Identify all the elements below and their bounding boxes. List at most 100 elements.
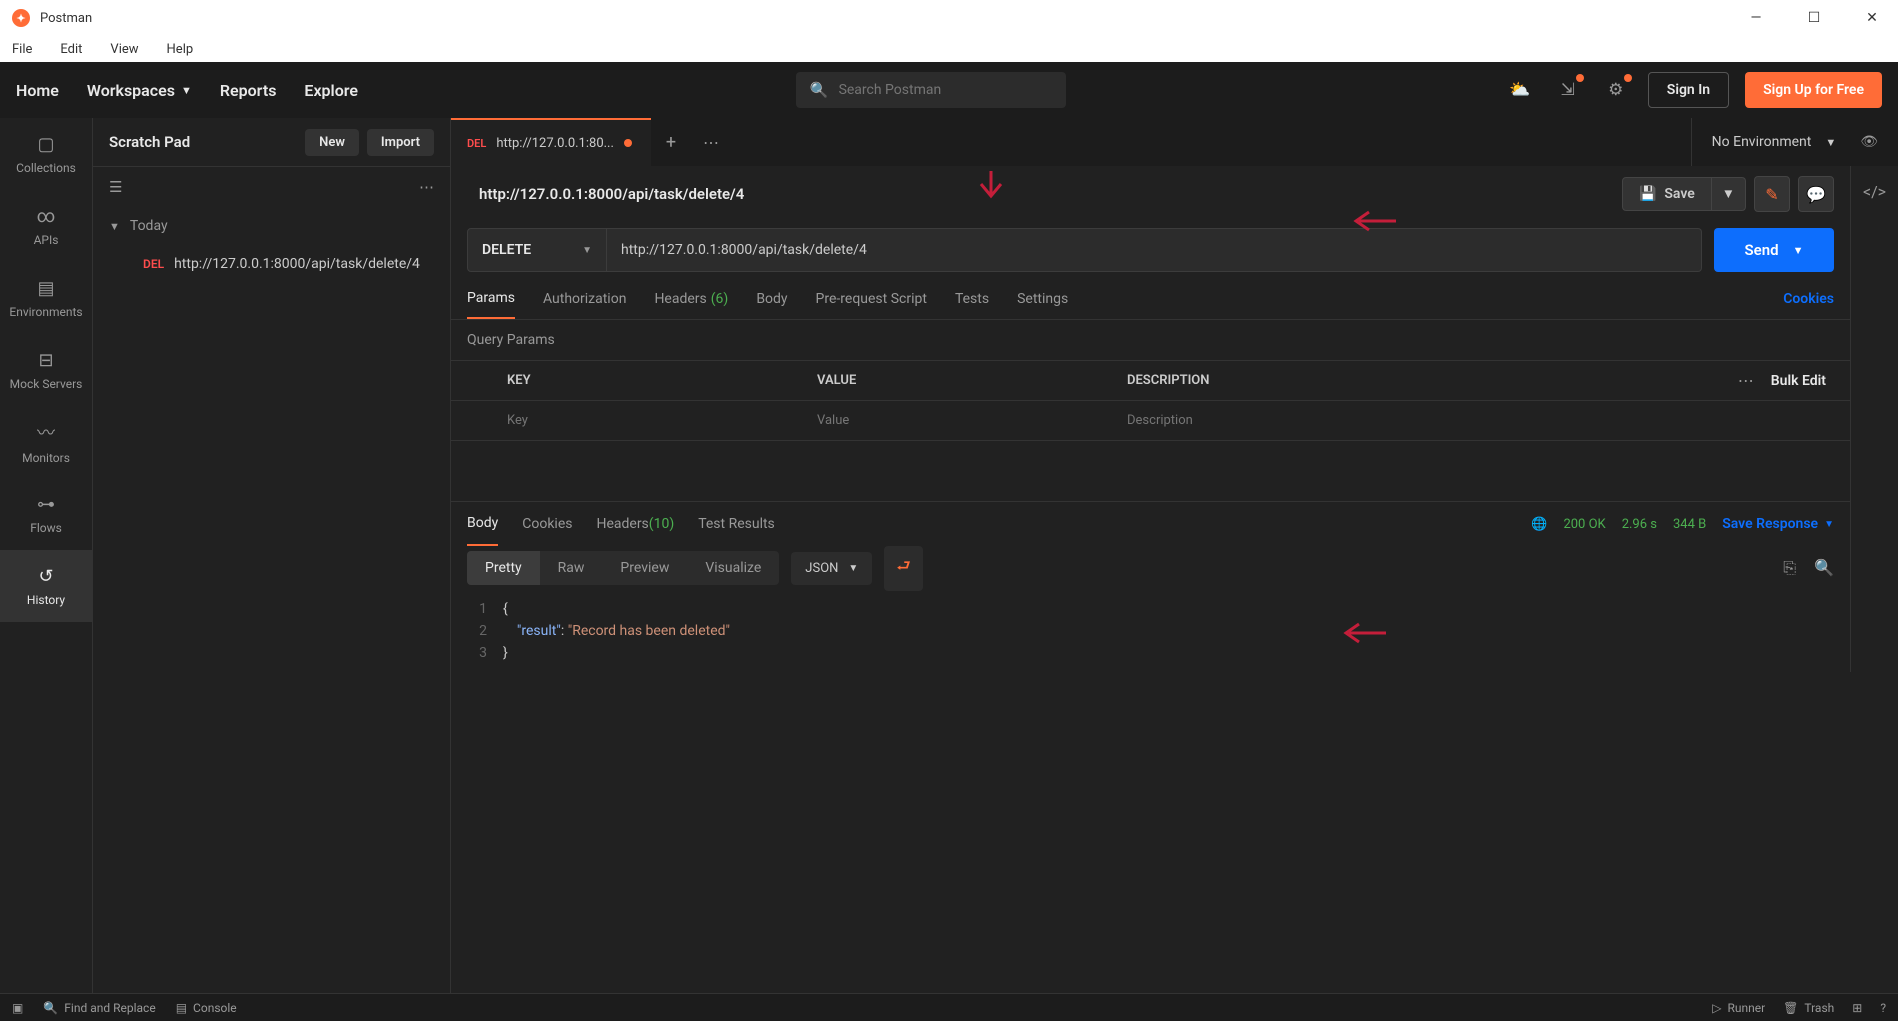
menu-edit[interactable]: Edit	[56, 40, 86, 59]
send-button[interactable]: Send ▼	[1714, 228, 1834, 272]
response-size: 344 B	[1673, 517, 1706, 532]
globe-icon[interactable]: 🌐	[1531, 517, 1547, 532]
topbar: Home Workspaces ▼ Reports Explore 🔍 ⛅ ⇲ …	[0, 62, 1898, 118]
method-selector[interactable]: DELETE ▼	[467, 228, 607, 272]
console-button[interactable]: ▤ Console	[176, 1001, 237, 1015]
param-key-input[interactable]	[507, 413, 817, 428]
menu-file[interactable]: File	[8, 40, 36, 59]
col-key: KEY	[507, 373, 817, 388]
tab-authorization[interactable]: Authorization	[543, 278, 626, 319]
history-item[interactable]: DEL http://127.0.0.1:8000/api/task/delet…	[93, 246, 450, 282]
save-dropdown[interactable]: ▼	[1712, 177, 1746, 211]
comment-icon[interactable]: 💬	[1798, 176, 1834, 212]
code-icon[interactable]: </>	[1863, 182, 1886, 201]
sidebar-item-history[interactable]: ↺History	[0, 550, 92, 622]
response-tab-body[interactable]: Body	[467, 502, 498, 546]
import-button[interactable]: Import	[367, 129, 434, 156]
url-input[interactable]	[607, 228, 1702, 272]
find-replace-button[interactable]: 🔍 Find and Replace	[43, 1001, 155, 1015]
app-icon: ✦	[12, 9, 30, 27]
response-time: 2.96 s	[1622, 517, 1657, 532]
eye-icon[interactable]: 👁	[1860, 134, 1878, 150]
response-view-tabs: Pretty Raw Preview Visualize	[467, 551, 779, 585]
new-tab-button[interactable]: +	[651, 118, 691, 166]
nav-home[interactable]: Home	[16, 81, 59, 100]
search-response-icon[interactable]: 🔍	[1814, 558, 1834, 578]
wrap-icon[interactable]: ⮐	[884, 546, 922, 591]
params-header-row: KEY VALUE DESCRIPTION ⋯ Bulk Edit	[451, 361, 1850, 401]
edit-icon[interactable]: ✎	[1754, 176, 1790, 212]
close-button[interactable]: ✕	[1858, 4, 1886, 32]
view-raw[interactable]: Raw	[540, 551, 603, 585]
runner-button[interactable]: ▷ Runner	[1712, 1001, 1765, 1015]
sidebar-item-environments[interactable]: ▤Environments	[0, 262, 92, 334]
signin-button[interactable]: Sign In	[1648, 72, 1729, 108]
response-tab-test-results[interactable]: Test Results	[698, 502, 775, 546]
chevron-down-icon: ▼	[109, 220, 120, 233]
history-group-today[interactable]: ▼ Today	[93, 206, 450, 246]
more-icon[interactable]: ⋯	[419, 178, 434, 196]
tab-params[interactable]: Params	[467, 278, 515, 319]
filter-icon[interactable]: ☰	[109, 178, 122, 196]
panes-icon[interactable]: ⊞	[1852, 1001, 1862, 1015]
menu-help[interactable]: Help	[163, 40, 198, 59]
save-icon: 💾	[1639, 186, 1656, 202]
sidebar-toggle-icon[interactable]: ▣	[12, 1001, 23, 1015]
help-icon[interactable]: ?	[1880, 1001, 1886, 1015]
sidebar-item-collections[interactable]: ▢Collections	[0, 118, 92, 190]
notification-dot	[1624, 74, 1632, 82]
response-section: Body Cookies Headers (10) Test Results 🌐…	[451, 501, 1850, 672]
folder-icon: ▢	[37, 134, 54, 155]
sidebar-item-monitors[interactable]: 〰Monitors	[0, 406, 92, 478]
format-selector[interactable]: JSON ▼	[791, 552, 872, 585]
tab-prerequest[interactable]: Pre-request Script	[816, 278, 927, 319]
nav-workspaces[interactable]: Workspaces ▼	[87, 81, 192, 100]
nav-reports[interactable]: Reports	[220, 81, 277, 100]
history-icon: ↺	[38, 566, 53, 587]
more-icon[interactable]: ⋯	[1721, 371, 1771, 390]
panel-title: Scratch Pad	[109, 133, 190, 151]
menu-view[interactable]: View	[106, 40, 142, 59]
app-title: Postman	[40, 11, 92, 26]
response-tab-cookies[interactable]: Cookies	[522, 502, 572, 546]
chevron-down-icon: ▼	[582, 245, 592, 256]
param-desc-input[interactable]	[1127, 413, 1834, 428]
request-tab[interactable]: DEL http://127.0.0.1:80...	[451, 118, 651, 166]
history-item-url: http://127.0.0.1:8000/api/task/delete/4	[174, 256, 420, 272]
tab-body[interactable]: Body	[756, 278, 787, 319]
maximize-button[interactable]: ☐	[1800, 4, 1828, 32]
sidebar-item-mock-servers[interactable]: ⊟Mock Servers	[0, 334, 92, 406]
view-pretty[interactable]: Pretty	[467, 551, 540, 585]
new-button[interactable]: New	[305, 129, 359, 156]
minimize-button[interactable]: —	[1742, 4, 1770, 32]
nav-explore[interactable]: Explore	[304, 81, 358, 100]
view-visualize[interactable]: Visualize	[687, 551, 779, 585]
trash-button[interactable]: 🗑 Trash	[1783, 1001, 1834, 1015]
search-input[interactable]	[839, 82, 1052, 98]
tab-tests[interactable]: Tests	[955, 278, 989, 319]
request-title: http://127.0.0.1:8000/api/task/delete/4	[479, 185, 744, 203]
cookies-link[interactable]: Cookies	[1783, 291, 1834, 307]
sidebar-item-apis[interactable]: ∞APIs	[0, 190, 92, 262]
save-button[interactable]: 💾Save	[1622, 177, 1712, 211]
col-description: DESCRIPTION	[1127, 373, 1721, 388]
copy-icon[interactable]: ⎘	[1783, 558, 1796, 578]
response-tab-headers[interactable]: Headers (10)	[596, 502, 674, 546]
tab-more-icon[interactable]: ⋯	[691, 133, 731, 152]
tab-settings[interactable]: Settings	[1017, 278, 1068, 319]
settings-icon[interactable]: ⚙	[1600, 74, 1632, 106]
response-body[interactable]: 1{ 2 "result": "Record has been deleted"…	[451, 590, 1850, 672]
params-table: KEY VALUE DESCRIPTION ⋯ Bulk Edit	[451, 360, 1850, 441]
tab-headers[interactable]: Headers (6)	[654, 278, 728, 319]
param-value-input[interactable]	[817, 413, 1127, 428]
search-box[interactable]: 🔍	[796, 72, 1066, 108]
environment-selector[interactable]: No Environment ▼ 👁	[1691, 118, 1898, 166]
sidebar-item-flows[interactable]: ⊶Flows	[0, 478, 92, 550]
cloud-sync-icon[interactable]: ⛅	[1504, 74, 1536, 106]
invite-icon[interactable]: ⇲	[1552, 74, 1584, 106]
save-response-button[interactable]: Save Response ▼	[1722, 516, 1834, 532]
chevron-down-icon: ▼	[1825, 136, 1836, 149]
view-preview[interactable]: Preview	[602, 551, 687, 585]
signup-button[interactable]: Sign Up for Free	[1745, 72, 1882, 108]
bulk-edit-button[interactable]: Bulk Edit	[1771, 373, 1826, 389]
